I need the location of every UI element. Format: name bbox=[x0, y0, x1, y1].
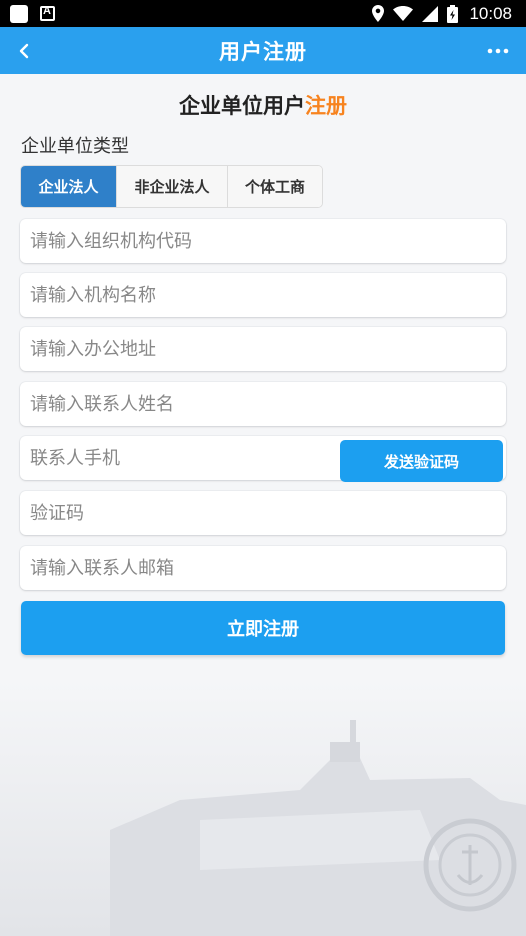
contact-name-field-box bbox=[20, 382, 506, 426]
title-bar: 用户注册 bbox=[0, 27, 526, 74]
register-submit-button[interactable]: 立即注册 bbox=[21, 601, 505, 655]
org-code-field-box bbox=[20, 219, 506, 263]
location-icon bbox=[372, 5, 385, 22]
more-button[interactable] bbox=[478, 27, 518, 74]
battery-icon bbox=[447, 4, 459, 23]
back-arrow-icon bbox=[19, 43, 29, 58]
contact-email-input[interactable] bbox=[20, 546, 506, 590]
org-type-label: 企业单位类型 bbox=[21, 136, 129, 157]
org-code-input[interactable] bbox=[20, 219, 506, 263]
office-address-input[interactable] bbox=[20, 327, 506, 371]
verify-code-field-box bbox=[20, 491, 506, 535]
tab-enterprise-legal[interactable]: 企业法人 bbox=[21, 166, 117, 207]
form-heading: 企业单位用户注册 bbox=[0, 90, 526, 120]
notification-a-icon bbox=[40, 5, 55, 21]
page-title: 用户注册 bbox=[219, 39, 307, 64]
form-heading-accent: 注册 bbox=[305, 94, 347, 118]
status-time: 10:08 bbox=[469, 3, 512, 23]
contact-email-field-box bbox=[20, 546, 506, 590]
office-address-field-box bbox=[20, 327, 506, 371]
contact-name-input[interactable] bbox=[20, 382, 506, 426]
send-code-button[interactable]: 发送验证码 bbox=[340, 440, 503, 482]
org-name-input[interactable] bbox=[20, 273, 506, 317]
notification-app-icon bbox=[10, 4, 28, 23]
signal-icon bbox=[422, 5, 439, 22]
verify-code-input[interactable] bbox=[20, 491, 506, 535]
more-dots-icon bbox=[487, 48, 509, 53]
wifi-icon bbox=[393, 6, 414, 21]
ship-watermark-background bbox=[0, 680, 526, 936]
status-bar: 10:08 bbox=[0, 0, 526, 27]
tab-individual-business[interactable]: 个体工商 bbox=[228, 166, 322, 207]
org-type-selector: 企业法人 非企业法人 个体工商 bbox=[20, 165, 323, 208]
org-name-field-box bbox=[20, 273, 506, 317]
form-heading-main: 企业单位用户 bbox=[179, 94, 305, 118]
tab-non-enterprise-legal[interactable]: 非企业法人 bbox=[117, 166, 228, 207]
back-button[interactable] bbox=[4, 27, 44, 74]
